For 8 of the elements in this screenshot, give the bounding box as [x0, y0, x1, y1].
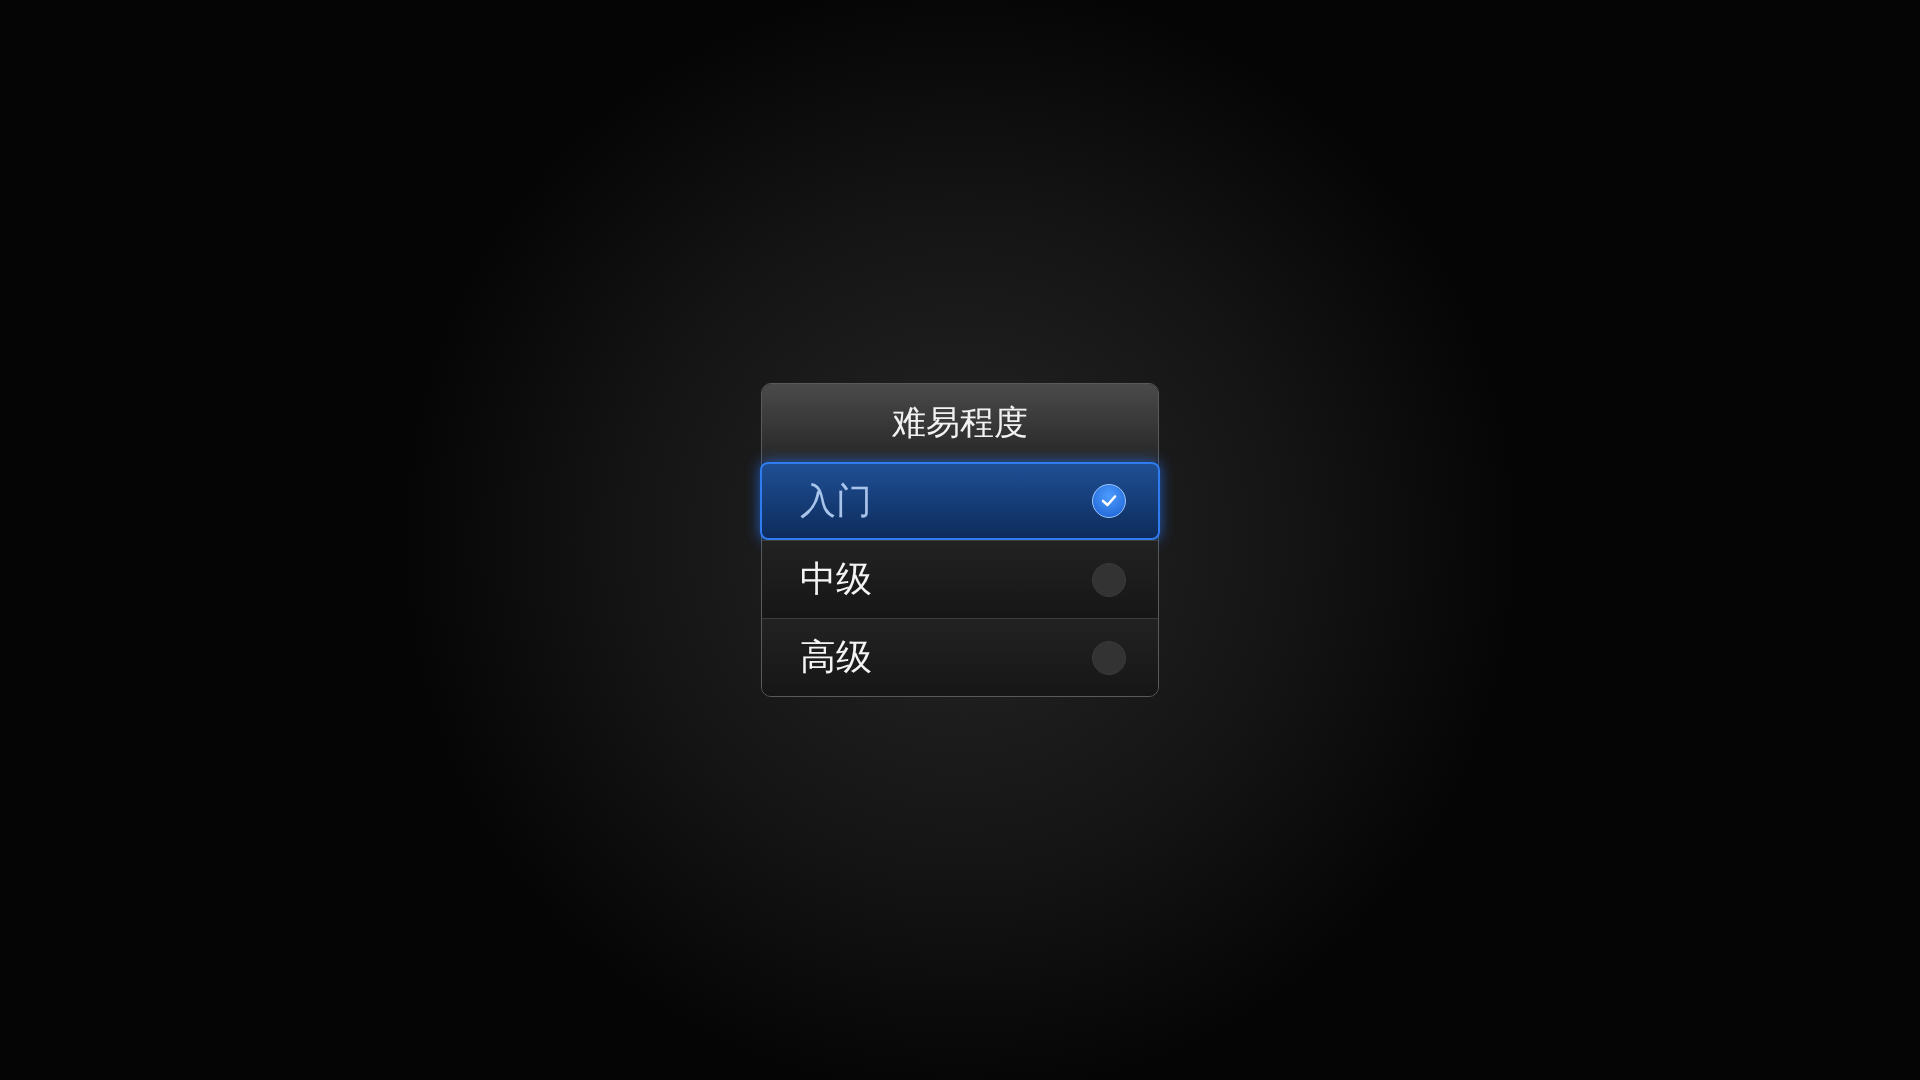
- option-row[interactable]: 入门: [760, 462, 1160, 540]
- option-label: 高级: [800, 635, 872, 679]
- option-row[interactable]: 中级: [762, 540, 1158, 618]
- option-row[interactable]: 高级: [762, 618, 1158, 696]
- checkmark-icon: [1101, 494, 1117, 508]
- dialog-title: 难易程度: [892, 401, 1028, 444]
- option-label: 入门: [800, 478, 872, 523]
- option-label: 中级: [800, 557, 872, 601]
